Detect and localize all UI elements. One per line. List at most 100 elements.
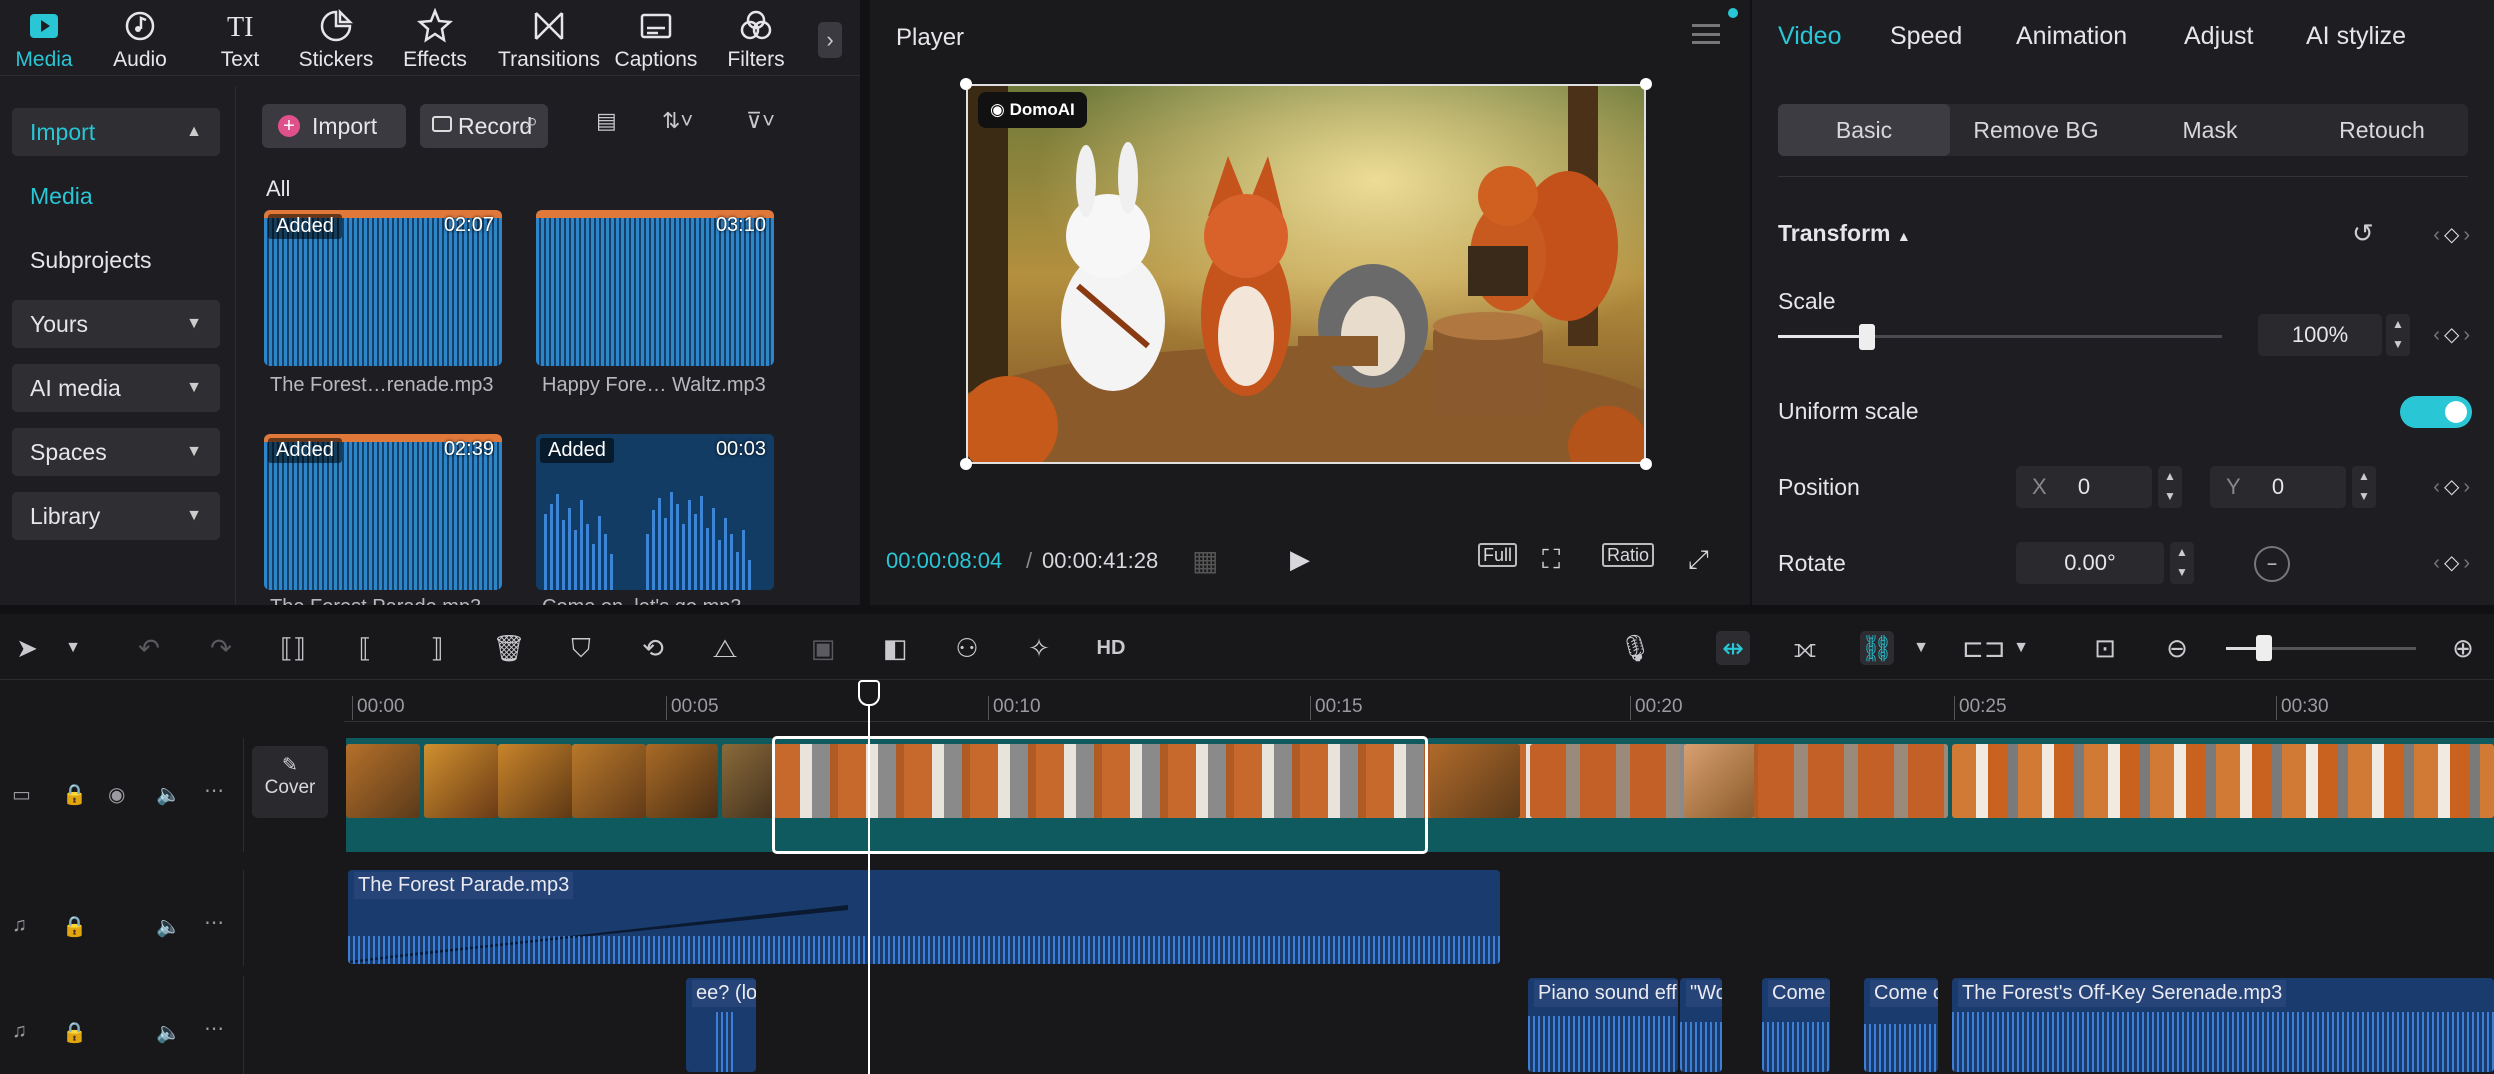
split-right-icon[interactable]: ⟧ (420, 631, 454, 665)
crop-icon[interactable]: ⟲ (636, 631, 670, 665)
zoom-slider[interactable] (2226, 635, 2416, 661)
position-y-input[interactable]: Y 0 (2210, 466, 2346, 508)
selected-clip-outline[interactable] (772, 736, 1428, 854)
clip-frame[interactable] (424, 744, 498, 818)
audio-clip[interactable]: The Forest's Off-Key Serenade.mp3 (1952, 978, 2494, 1072)
more-tabs-button[interactable]: › (818, 22, 842, 58)
grid-view-icon[interactable]: ▤ (596, 108, 617, 134)
scale-slider[interactable] (1778, 324, 2222, 350)
subtab-basic[interactable]: Basic (1778, 104, 1950, 156)
sidebar-item-library[interactable]: Library ▼ (12, 492, 220, 540)
full-button[interactable]: Full (1478, 543, 1518, 567)
tab-adjust[interactable]: Adjust (2184, 22, 2253, 51)
zoom-out-icon[interactable]: ⊖ (2160, 631, 2194, 665)
eye-icon[interactable]: ◉ (108, 782, 125, 807)
audio-clip[interactable]: Piano sound eff (1528, 978, 1678, 1072)
tab-effects[interactable]: Effects (387, 6, 483, 72)
clip-frame[interactable] (646, 744, 718, 818)
tab-transitions[interactable]: Transitions (497, 6, 601, 72)
lock-icon[interactable]: 🔒 (62, 782, 87, 807)
audio-clip[interactable]: Come o (1864, 978, 1938, 1072)
lock-icon[interactable]: 🔒 (62, 1020, 87, 1045)
more-icon[interactable]: ⋯ (204, 1016, 224, 1041)
split-icon[interactable]: ⟦⟧ (276, 631, 310, 665)
subtab-retouch[interactable]: Retouch (2296, 104, 2468, 156)
redo-icon[interactable]: ↷ (204, 631, 238, 665)
ratio-button[interactable]: Ratio (1602, 543, 1655, 567)
undo-icon[interactable]: ↶ (132, 631, 166, 665)
more-icon[interactable]: ⋯ (204, 778, 224, 803)
sort-icon[interactable]: ⇅˅ (662, 108, 693, 134)
filter-icon[interactable]: ⊽˅ (746, 108, 775, 134)
reverse-icon[interactable]: ◧ (878, 631, 912, 665)
rotate-input[interactable]: 0.00° (2016, 542, 2164, 584)
position-x-stepper[interactable]: ▲ ▼ (2158, 466, 2182, 508)
video-preview[interactable]: ◉ DomoAI (966, 84, 1646, 464)
tab-text[interactable]: TI Text (192, 6, 288, 72)
search-icon[interactable]: ⌕ (526, 108, 538, 134)
resize-handle[interactable] (1640, 78, 1652, 90)
keyframe-icon[interactable]: ‹◇› (2433, 474, 2474, 499)
link-clips-icon[interactable]: ⛓ (1860, 631, 1894, 665)
hd-icon[interactable]: HD (1094, 631, 1128, 665)
clip-frame[interactable] (1430, 744, 1520, 818)
subtab-mask[interactable]: Mask (2124, 104, 2296, 156)
freeze-icon[interactable]: ▣ (806, 631, 840, 665)
media-item[interactable]: Added 02:39 (264, 434, 502, 590)
playhead-handle[interactable] (858, 680, 880, 706)
scale-stepper[interactable]: ▲ ▼ (2386, 314, 2410, 356)
resize-handle[interactable] (960, 458, 972, 470)
media-item[interactable]: 03:10 (536, 210, 774, 366)
tab-media[interactable]: Media (0, 6, 92, 72)
resize-handle[interactable] (960, 78, 972, 90)
zoom-in-icon[interactable]: ⊕ (2446, 631, 2480, 665)
sidebar-item-subprojects[interactable]: Subprojects (12, 236, 220, 284)
chevron-down-icon[interactable]: ▼ (2004, 631, 2038, 665)
scale-slider-handle[interactable] (1858, 324, 1875, 350)
main-track-magnet-icon[interactable]: ⇹ (1716, 631, 1750, 665)
tab-filters[interactable]: Filters (708, 6, 804, 72)
reset-icon[interactable]: ↺ (2352, 218, 2374, 249)
menu-icon[interactable] (1692, 24, 1720, 44)
transform-section[interactable]: Transform ▲ (1778, 220, 1911, 247)
remove-bg-icon[interactable]: ⚇ (950, 631, 984, 665)
clip-frame[interactable] (346, 744, 420, 818)
media-item[interactable]: Added 02:07 (264, 210, 502, 366)
keyframe-icon[interactable]: ‹◇› (2433, 322, 2474, 347)
tab-speed[interactable]: Speed (1890, 22, 1962, 51)
chevron-down-icon[interactable]: ▼ (56, 631, 90, 665)
more-icon[interactable]: ⋯ (204, 910, 224, 935)
import-button[interactable]: + Import (262, 104, 406, 148)
audio-clip[interactable]: ee? (lo (686, 978, 756, 1072)
play-button[interactable]: ▶ (1290, 544, 1310, 575)
waveform-view-icon[interactable]: ▦ (1192, 544, 1218, 577)
rotate-stepper[interactable]: ▲ ▼ (2170, 542, 2194, 584)
select-cursor-icon[interactable]: ➤ (10, 631, 44, 665)
tab-captions[interactable]: Captions (608, 6, 704, 72)
keyframe-icon[interactable]: ‹◇› (2433, 550, 2474, 575)
delete-icon[interactable]: 🗑 (492, 631, 526, 665)
sidebar-item-import[interactable]: Import ▲ (12, 108, 220, 156)
clip-frame[interactable] (1758, 744, 1948, 818)
mirror-icon[interactable]: ⧍ (708, 631, 742, 665)
audio-clip[interactable]: "Wo (1680, 978, 1722, 1072)
position-x-input[interactable]: X 0 (2016, 466, 2152, 508)
clip-frame[interactable] (498, 744, 572, 818)
scale-input[interactable]: 100% (2258, 314, 2382, 356)
time-ruler[interactable]: 00:00 00:05 00:10 00:15 00:20 00:25 00:3… (344, 686, 2494, 722)
clip-frame[interactable] (1530, 744, 1680, 818)
tab-video[interactable]: Video (1778, 22, 1842, 51)
sidebar-item-yours[interactable]: Yours ▼ (12, 300, 220, 348)
volume-icon[interactable]: 🔈 (156, 1020, 181, 1045)
tab-animation[interactable]: Animation (2016, 22, 2127, 51)
clip-frame[interactable] (572, 744, 646, 818)
clip-frame[interactable] (1684, 744, 1754, 818)
lock-icon[interactable]: 🔒 (62, 914, 87, 939)
media-item[interactable]: Added 00:03 (536, 434, 774, 590)
fit-screen-icon[interactable]: ⛶ (1542, 544, 1560, 576)
resize-handle[interactable] (1640, 458, 1652, 470)
subtab-remove-bg[interactable]: Remove BG (1950, 104, 2122, 156)
position-y-stepper[interactable]: ▲ ▼ (2352, 466, 2376, 508)
sidebar-item-spaces[interactable]: Spaces ▼ (12, 428, 220, 476)
audio-clip[interactable]: Come o (1762, 978, 1830, 1072)
